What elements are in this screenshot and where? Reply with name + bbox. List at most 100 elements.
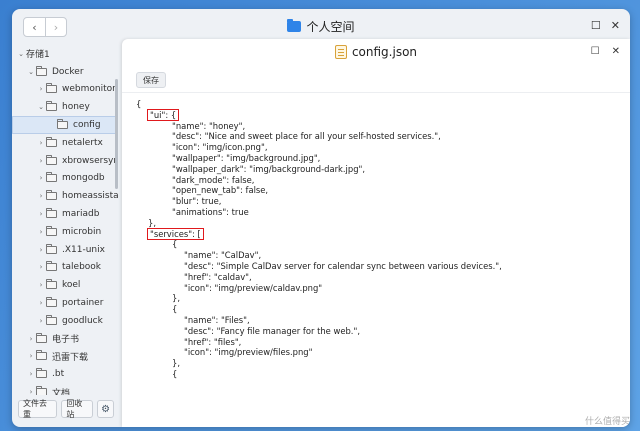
code-line: { [136, 239, 616, 250]
chevron-right-icon[interactable]: › [36, 174, 46, 182]
sidebar-item-label: homeassistar [62, 191, 118, 202]
code-text: "href": "files", [184, 336, 242, 347]
code-editor[interactable]: {"ui": {"name": "honey", "desc": "Nice an… [136, 99, 616, 427]
code-line: "desc": "Nice and sweet place for all yo… [136, 131, 616, 142]
folder-icon [46, 154, 57, 165]
code-text: "icon": "img/preview/caldav.png" [184, 282, 323, 293]
chevron-right-icon[interactable]: › [36, 192, 46, 200]
chevron-right-icon[interactable]: › [36, 139, 46, 147]
sidebar-item-label: webmonitor [62, 84, 116, 95]
editor-maximize-button[interactable]: ☐ [591, 46, 600, 57]
chevron-right-icon[interactable]: › [36, 317, 46, 325]
chevron-down-icon[interactable]: ⌄ [16, 50, 26, 58]
code-line: { [136, 304, 616, 315]
forward-button[interactable]: › [44, 18, 66, 36]
code-line: "icon": "img/preview/caldav.png" [136, 283, 616, 294]
code-line: "dark_mode": false, [136, 175, 616, 186]
sidebar-item-label: koel [62, 280, 81, 291]
sidebar-item-label: netalertx [62, 137, 103, 148]
chevron-right-icon[interactable]: › [36, 157, 46, 165]
window-controls: ☐ ✕ [591, 19, 620, 32]
sidebar-item[interactable]: › koel [12, 276, 118, 294]
sidebar-item[interactable]: › goodluck [12, 312, 118, 330]
chevron-right-icon[interactable]: › [36, 85, 46, 93]
sidebar-item[interactable]: ⌄ honey [12, 98, 118, 116]
folder-icon [46, 190, 57, 201]
back-button[interactable]: ‹ [24, 18, 45, 36]
editor-close-button[interactable]: ✕ [612, 46, 620, 57]
sidebar-item[interactable]: › mongodb [12, 170, 118, 188]
sidebar-item[interactable]: › netalertx [12, 134, 118, 152]
sidebar-item[interactable]: › portainer [12, 294, 118, 312]
chevron-right-icon[interactable]: › [26, 370, 36, 378]
file-manager-window: ‹ › 个人空间 ☐ ✕ ⌄ 存储1 ⌄ Docker › webmonitor ⌄ hone… [12, 9, 630, 427]
code-line: "desc": "Fancy file manager for the web.… [136, 326, 616, 337]
code-line: { [136, 99, 616, 110]
sidebar-item[interactable]: › talebook [12, 259, 118, 277]
code-text: "desc": "Fancy file manager for the web.… [184, 325, 360, 336]
code-line: "wallpaper_dark": "img/background-dark.j… [136, 164, 616, 175]
code-text: "name": "CalDav", [184, 250, 262, 261]
sidebar-item[interactable]: › webmonitor [12, 81, 118, 99]
code-text: "dark_mode": false, [172, 174, 255, 185]
chevron-right-icon[interactable]: › [36, 299, 46, 307]
dedupe-button[interactable]: 文件去重 [18, 399, 58, 419]
sidebar-item[interactable]: config [12, 116, 118, 134]
sidebar-item[interactable]: › 文档 [12, 383, 118, 395]
chevron-right-icon[interactable]: › [36, 263, 46, 271]
chevron-down-icon[interactable]: ⌄ [36, 103, 46, 111]
maximize-button[interactable]: ☐ [591, 19, 601, 32]
code-text: }, [172, 293, 180, 304]
code-line: "href": "caldav", [136, 272, 616, 283]
folder-icon [46, 172, 57, 183]
code-text: "icon": "img/icon.png", [172, 142, 268, 153]
editor-toolbar: 保存 [122, 67, 630, 93]
sidebar-item[interactable]: › .bt [12, 365, 118, 383]
chevron-right-icon[interactable]: › [36, 246, 46, 254]
chevron-right-icon[interactable]: › [36, 281, 46, 289]
sidebar-item[interactable]: › .X11-unix [12, 241, 118, 259]
chevron-right-icon[interactable]: › [26, 388, 36, 395]
folder-icon [46, 136, 57, 147]
code-text: }, [148, 217, 156, 228]
sidebar-item[interactable]: › homeassistar [12, 187, 118, 205]
folder-icon [46, 297, 57, 308]
nav-buttons: ‹ › [23, 17, 67, 37]
sidebar-item[interactable]: › 迅雷下载 [12, 348, 118, 366]
sidebar-item-label: config [73, 120, 101, 131]
sidebar-item[interactable]: › microbin [12, 223, 118, 241]
close-button[interactable]: ✕ [611, 19, 620, 32]
sidebar-item[interactable]: › 电子书 [12, 330, 118, 348]
code-text: { [172, 304, 178, 315]
folder-icon [57, 119, 68, 130]
code-text: "icon": "img/preview/files.png" [184, 347, 313, 358]
chevron-right-icon[interactable]: › [26, 335, 36, 343]
recycle-bin-button[interactable]: 回收站 [61, 399, 94, 419]
chevron-right-icon[interactable]: › [36, 228, 46, 236]
sidebar-item[interactable]: › mariadb [12, 205, 118, 223]
gear-icon[interactable]: ⚙ [97, 400, 114, 418]
code-line: "desc": "Simple CalDav server for calend… [136, 261, 616, 272]
folder-tree: ⌄ 存储1 ⌄ Docker › webmonitor ⌄ honey config › netal… [12, 45, 118, 395]
code-line: "ui": { [136, 108, 616, 121]
chevron-right-icon[interactable]: › [36, 210, 46, 218]
code-line: "blur": true, [136, 196, 616, 207]
sidebar-item[interactable]: ⌄ Docker [12, 63, 118, 81]
code-line: "animations": true [136, 207, 616, 218]
sidebar: ⌄ 存储1 ⌄ Docker › webmonitor ⌄ honey config › netal… [12, 43, 118, 427]
code-line: }, [136, 293, 616, 304]
save-button[interactable]: 保存 [136, 72, 166, 88]
folder-icon [46, 261, 57, 272]
folder-icon [36, 332, 47, 343]
highlighted-key: "services": [ [147, 227, 204, 240]
chevron-down-icon[interactable]: ⌄ [26, 68, 36, 76]
chevron-right-icon[interactable]: › [26, 352, 36, 360]
sidebar-item-label: 迅雷下载 [52, 352, 89, 363]
sidebar-item[interactable]: › xbrowsersync [12, 152, 118, 170]
folder-icon [46, 243, 57, 254]
window-title-group: 个人空间 [287, 18, 355, 35]
code-text: }, [172, 358, 180, 369]
sidebar-item-label: xbrowsersync [62, 155, 118, 166]
sidebar-scrollbar[interactable] [115, 79, 118, 189]
sidebar-item[interactable]: ⌄ 存储1 [12, 45, 118, 63]
